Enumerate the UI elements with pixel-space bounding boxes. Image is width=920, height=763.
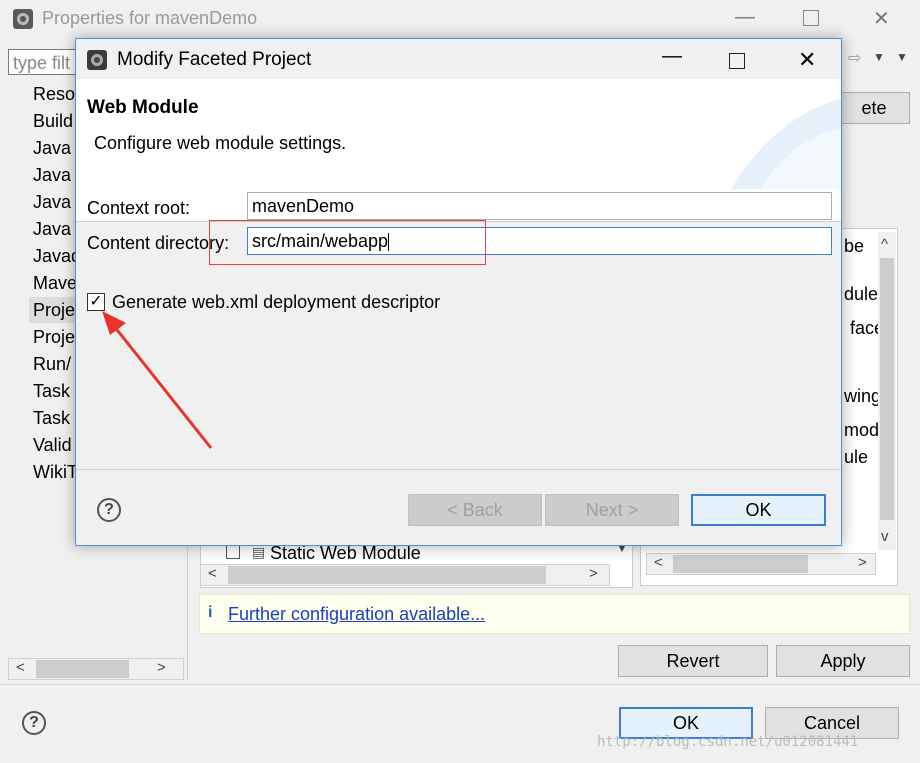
filter-input[interactable]: type filt (8, 49, 78, 75)
info-bar: i Further configuration available... (199, 594, 910, 634)
tree-item-selected[interactable]: Proje (33, 300, 75, 321)
tree-item[interactable]: Mave (33, 273, 77, 294)
maximize-icon[interactable] (729, 53, 745, 69)
tree-item[interactable]: Javad (33, 246, 81, 267)
scroll-up-icon[interactable]: ^ (881, 236, 888, 253)
modify-faceted-project-dialog: Modify Faceted Project — ✕ Web Module Co… (75, 38, 842, 546)
facet-checkbox[interactable] (226, 545, 240, 559)
scroll-right-icon[interactable]: > (589, 565, 598, 582)
next-button[interactable]: Next > (545, 494, 679, 526)
tree-item[interactable]: Task (33, 408, 70, 429)
page-description: Configure web module settings. (94, 133, 347, 153)
info-icon: i (208, 604, 213, 621)
footer-divider (0, 684, 920, 685)
scroll-left-icon[interactable]: < (654, 554, 663, 571)
app-icon (12, 8, 34, 30)
details-text: ule (844, 447, 869, 467)
button-bar-divider (76, 469, 841, 470)
help-icon[interactable]: ? (22, 711, 46, 735)
tree-item[interactable]: Valid (33, 435, 72, 456)
close-icon[interactable]: ✕ (798, 47, 816, 73)
page-heading: Web Module (87, 97, 199, 118)
scroll-left-icon[interactable]: < (208, 565, 217, 582)
scroll-right-icon[interactable]: > (858, 554, 867, 571)
minimize-icon[interactable]: — (662, 45, 682, 68)
minimize-icon[interactable]: — (735, 6, 755, 29)
tree-item[interactable]: Java (33, 165, 71, 186)
forward-arrow-icon[interactable]: ⇨ (848, 48, 861, 68)
maximize-icon[interactable] (803, 10, 819, 26)
details-text: be (844, 236, 865, 256)
back-button[interactable]: < Back (408, 494, 542, 526)
dialog-title: Modify Faceted Project (117, 49, 312, 70)
tree-scroll-thumb[interactable] (36, 660, 129, 678)
tree-item[interactable]: Task (33, 381, 70, 402)
tree-item[interactable]: Build (33, 111, 73, 132)
details-text: mod (844, 420, 880, 440)
details-hscroll-thumb[interactable] (673, 555, 808, 573)
context-root-label: Context root: (87, 198, 191, 218)
watermark: http://blog.csdn.net/u012081441 (597, 734, 859, 750)
tree-item[interactable]: WikiT (33, 462, 78, 483)
tree-item[interactable]: Java (33, 192, 71, 213)
window-title: Properties for mavenDemo (42, 8, 258, 28)
app-icon (86, 49, 108, 71)
scroll-right-icon[interactable]: > (157, 659, 166, 676)
tree-item[interactable]: Proje (33, 327, 75, 348)
details-text: dule (844, 284, 879, 304)
highlight-box (209, 220, 486, 265)
help-icon[interactable]: ? (97, 498, 121, 522)
menu-arrow-icon[interactable]: ▼ (896, 50, 908, 64)
further-configuration-link[interactable]: Further configuration available... (228, 604, 485, 625)
facet-list-item[interactable]: Static Web Module (270, 543, 421, 564)
file-icon: ▤ (252, 544, 266, 560)
tree-item[interactable]: Run/ (33, 354, 71, 375)
scroll-down-icon[interactable]: v (881, 528, 889, 545)
apply-button[interactable]: Apply (776, 645, 910, 677)
delete-button-label: ete (861, 98, 887, 118)
context-root-field[interactable]: mavenDemo (247, 192, 832, 220)
dialog-ok-button[interactable]: OK (691, 494, 826, 526)
details-scroll-thumb[interactable] (880, 258, 894, 520)
facet-hscroll-thumb[interactable] (228, 566, 546, 584)
dropdown-arrow-icon[interactable]: ▼ (873, 50, 885, 64)
tree-item[interactable]: Java (33, 138, 71, 159)
annotation-arrow (102, 311, 213, 449)
scroll-left-icon[interactable]: < (16, 659, 25, 676)
close-icon[interactable]: ✕ (873, 6, 890, 31)
revert-button[interactable]: Revert (618, 645, 768, 677)
content-directory-label: Content directory: (87, 233, 230, 253)
tree-item[interactable]: Reso (33, 84, 75, 105)
details-text: wing (844, 386, 882, 406)
banner-graphic (731, 99, 841, 189)
tree-item[interactable]: Java (33, 219, 71, 240)
